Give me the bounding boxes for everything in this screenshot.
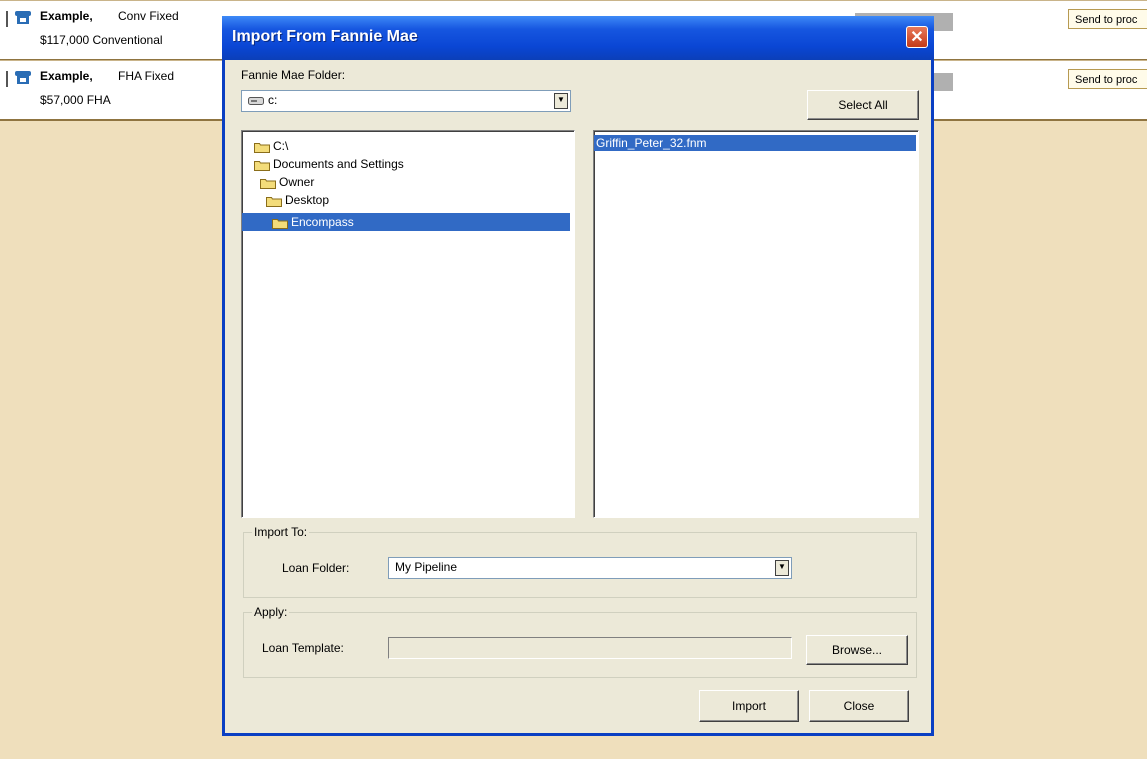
tree-item-owner[interactable]: Owner <box>260 173 314 191</box>
loan-template-field[interactable] <box>388 637 792 659</box>
tree-item-row: Encompass <box>272 213 354 231</box>
file-item[interactable]: Griffin_Peter_32.fnm <box>594 135 916 151</box>
tree-item-label: Documents and Settings <box>273 157 404 171</box>
dialog-title: Import From Fannie Mae <box>232 28 418 45</box>
apply-group: Apply: Loan Template: Browse... <box>243 605 917 678</box>
status-icons <box>440 1 530 7</box>
phone-icon <box>15 11 31 24</box>
import-button[interactable]: Import <box>699 690 799 722</box>
tree-item-label: Encompass <box>291 215 354 229</box>
loan-type: Conv Fixed <box>118 9 179 23</box>
phone-icon <box>15 71 31 84</box>
loan-type: FHA Fixed <box>118 69 175 83</box>
tree-item-encompass[interactable]: Encompass <box>242 213 570 231</box>
select-all-button[interactable]: Select All <box>807 90 919 120</box>
row-marker <box>6 71 8 87</box>
drive-value: c: <box>268 93 278 107</box>
close-button[interactable]: Close <box>809 690 909 722</box>
send-to-processor-button[interactable]: Send to proc <box>1068 9 1147 29</box>
close-icon[interactable]: ✕ <box>906 26 928 48</box>
folder-icon <box>260 178 276 189</box>
loan-amount: $57,000 FHA <box>40 93 111 107</box>
folder-icon <box>272 218 288 229</box>
folder-icon <box>266 196 282 207</box>
row-marker <box>6 11 8 27</box>
tree-item-label: Desktop <box>285 193 330 207</box>
drive-select[interactable]: c: ▼ <box>241 90 571 112</box>
import-to-group: Import To: Loan Folder: My Pipeline ▼ <box>243 525 917 598</box>
chevron-down-icon[interactable]: ▼ <box>775 560 789 576</box>
browse-button[interactable]: Browse... <box>806 635 908 665</box>
dialog-titlebar[interactable]: Import From Fannie Mae ✕ <box>222 16 934 60</box>
send-to-processor-button[interactable]: Send to proc <box>1068 69 1147 89</box>
folder-icon <box>254 142 270 153</box>
loan-template-label: Loan Template: <box>262 641 344 655</box>
apply-title: Apply: <box>252 605 290 619</box>
import-to-title: Import To: <box>252 525 310 539</box>
chevron-down-icon[interactable]: ▼ <box>554 93 568 109</box>
tree-item-documents-and-settings[interactable]: Documents and Settings <box>254 155 404 173</box>
loan-folder-label: Loan Folder: <box>282 561 350 575</box>
borrower-name: Example, <box>40 9 93 23</box>
tree-item-label: Owner <box>279 175 315 189</box>
fannie-mae-folder-label: Fannie Mae Folder: <box>241 68 346 82</box>
import-dialog: Import From Fannie Mae ✕ Fannie Mae Fold… <box>222 16 934 736</box>
loan-folder-value: My Pipeline <box>395 560 458 574</box>
borrower-name: Example, <box>40 69 93 83</box>
tree-item-label: C:\ <box>273 139 289 153</box>
folder-icon <box>254 160 270 171</box>
tree-item-desktop[interactable]: Desktop <box>266 191 329 209</box>
loan-amount: $117,000 Conventional <box>40 33 163 47</box>
loan-folder-select[interactable]: My Pipeline ▼ <box>388 557 792 579</box>
tree-item-c-drive[interactable]: C:\ <box>254 137 288 155</box>
drive-icon <box>248 97 264 105</box>
folder-tree[interactable]: C:\ Documents and Settings Owner Desktop… <box>241 130 575 518</box>
file-list[interactable]: Griffin_Peter_32.fnm <box>593 130 919 518</box>
